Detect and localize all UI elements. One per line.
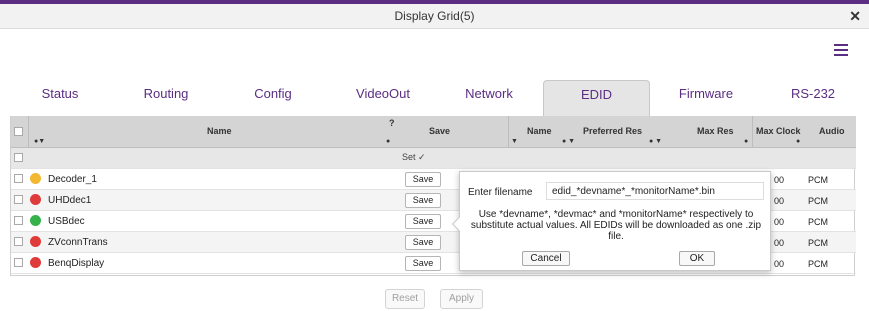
title-bar: Display Grid(5) ✕ bbox=[0, 4, 869, 29]
tab-network[interactable]: Network bbox=[452, 80, 526, 116]
tab-config[interactable]: Config bbox=[242, 80, 304, 116]
row-checkbox[interactable] bbox=[14, 174, 23, 183]
device-name: Decoder_1 bbox=[48, 174, 97, 185]
sort-dot-icon[interactable]: ● bbox=[386, 138, 390, 145]
max-clock-value: 00 bbox=[774, 259, 785, 269]
save-button[interactable]: Save bbox=[405, 172, 441, 187]
device-name: USBdec bbox=[48, 216, 85, 227]
audio-value: PCM bbox=[808, 238, 828, 248]
row-checkbox[interactable] bbox=[14, 258, 23, 267]
max-clock-value: 00 bbox=[774, 217, 785, 227]
col-audio[interactable]: Audio bbox=[819, 126, 845, 136]
save-button[interactable]: Save bbox=[405, 235, 441, 250]
col-save: Save bbox=[429, 126, 451, 136]
device-name: ZVconnTrans bbox=[48, 237, 108, 248]
close-icon[interactable]: ✕ bbox=[849, 8, 861, 25]
save-button[interactable]: Save bbox=[405, 193, 441, 208]
sort-dot-icon[interactable]: ● bbox=[744, 138, 748, 145]
tab-routing[interactable]: Routing bbox=[131, 80, 201, 116]
filename-label: Enter filename bbox=[468, 187, 533, 198]
filename-popup: Enter filename Use *devname*, *devmac* a… bbox=[451, 171, 771, 271]
apply-button[interactable]: Apply bbox=[440, 289, 483, 309]
grid-header: ●▼ Name ? ● Save ▼ Name ● ▼ Preferred Re… bbox=[11, 116, 856, 148]
ok-button[interactable]: OK bbox=[679, 251, 715, 266]
sort-dot-icon[interactable]: ● bbox=[796, 138, 800, 145]
status-red-icon bbox=[30, 194, 41, 205]
set-row: Set ✓ bbox=[11, 148, 856, 169]
save-button[interactable]: Save bbox=[405, 256, 441, 271]
filename-help-text: Use *devname*, *devmac* and *monitorName… bbox=[470, 209, 762, 242]
status-green-icon bbox=[30, 215, 41, 226]
sort-filter-icon[interactable]: ● ▼ bbox=[562, 138, 575, 145]
audio-value: PCM bbox=[808, 175, 828, 185]
tab-status[interactable]: Status bbox=[28, 80, 92, 116]
max-clock-value: 00 bbox=[774, 196, 785, 206]
col-question: ? bbox=[389, 118, 395, 128]
hamburger-icon[interactable] bbox=[834, 44, 848, 56]
set-button[interactable]: Set ✓ bbox=[402, 152, 426, 163]
tab-rs232[interactable]: RS-232 bbox=[778, 80, 848, 116]
filename-input[interactable] bbox=[546, 182, 764, 200]
status-red-icon bbox=[30, 236, 41, 247]
row-checkbox[interactable] bbox=[14, 237, 23, 246]
audio-value: PCM bbox=[808, 217, 828, 227]
filter-icon[interactable]: ▼ bbox=[511, 138, 518, 145]
max-clock-value: 00 bbox=[774, 238, 785, 248]
col-max-clock[interactable]: Max Clock bbox=[756, 126, 801, 136]
audio-value: PCM bbox=[808, 259, 828, 269]
reset-button[interactable]: Reset bbox=[385, 289, 425, 309]
cancel-button[interactable]: Cancel bbox=[522, 251, 570, 266]
status-yellow-icon bbox=[30, 173, 41, 184]
row-checkbox[interactable] bbox=[14, 216, 23, 225]
tab-videoout[interactable]: VideoOut bbox=[344, 80, 422, 116]
status-red-icon bbox=[30, 257, 41, 268]
col-edid-name[interactable]: Name bbox=[527, 126, 552, 136]
max-clock-value: 00 bbox=[774, 175, 785, 185]
select-all-checkbox[interactable] bbox=[14, 127, 23, 136]
col-name[interactable]: Name bbox=[207, 126, 232, 136]
sort-filter-icon[interactable]: ● ▼ bbox=[649, 138, 662, 145]
sort-icon[interactable]: ●▼ bbox=[34, 138, 45, 145]
col-preferred-res[interactable]: Preferred Res bbox=[583, 126, 642, 136]
row-checkbox[interactable] bbox=[14, 195, 23, 204]
device-name: UHDdec1 bbox=[48, 195, 92, 206]
tab-edid[interactable]: EDID bbox=[543, 80, 650, 116]
tab-firmware[interactable]: Firmware bbox=[667, 80, 745, 116]
device-name: BenqDisplay bbox=[48, 258, 105, 269]
save-button[interactable]: Save bbox=[405, 214, 441, 229]
row-checkbox[interactable] bbox=[14, 153, 23, 162]
window-title: Display Grid(5) bbox=[394, 9, 475, 23]
tab-bar: Status Routing Config VideoOut Network E… bbox=[0, 80, 869, 116]
col-max-res[interactable]: Max Res bbox=[697, 126, 734, 136]
audio-value: PCM bbox=[808, 196, 828, 206]
